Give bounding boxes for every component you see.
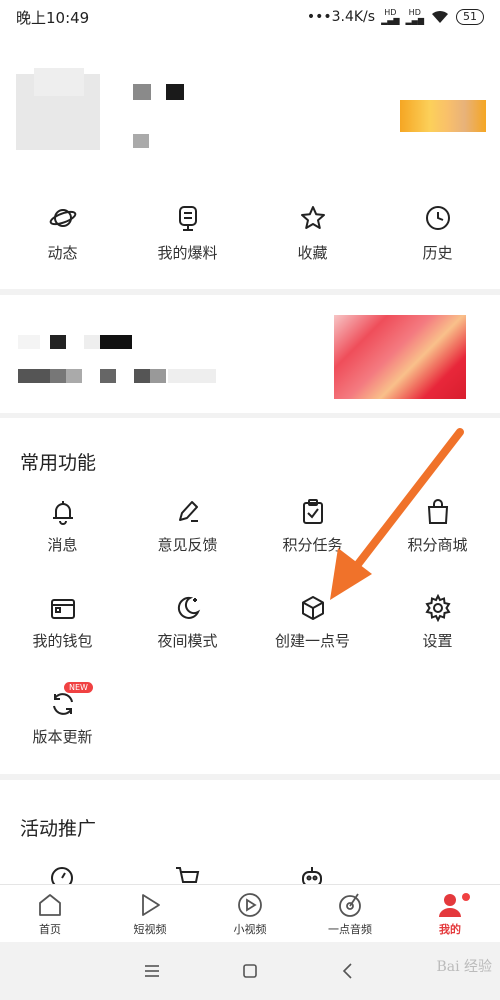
tab-mini-video[interactable]: 小视频 [200, 885, 300, 942]
user-icon [439, 893, 461, 917]
promotions-card: 活动推广 [0, 780, 500, 884]
new-badge: NEW [64, 682, 93, 693]
menu-icon[interactable] [143, 962, 161, 980]
section-title-promotions: 活动推广 [20, 818, 97, 840]
common-functions-card: 常用功能 消息 意见反馈 积分任务 积分商城 我的钱包 夜间模式 创建一点号 设… [0, 418, 500, 774]
play-icon [142, 893, 160, 916]
section-title-common: 常用功能 [20, 452, 97, 474]
moon-icon [177, 596, 200, 619]
status-bar: 晚上10:49 •••3.4K/s HD ▂▄▆ HD ▂▄▆ 51 [0, 0, 500, 34]
planet-icon [49, 209, 76, 227]
battery-indicator: 51 [456, 9, 484, 25]
func-points-mall[interactable]: 积分商城 [375, 498, 500, 555]
audio-icon [339, 893, 361, 917]
func-wallet[interactable]: 我的钱包 [0, 594, 125, 651]
quick-action-my-tips[interactable]: 我的爆料 [125, 204, 250, 284]
tab-short-video[interactable]: 短视频 [100, 885, 200, 942]
watermark: Bai 经验 [436, 959, 492, 975]
pen-icon [178, 501, 198, 522]
cube-icon [301, 596, 324, 620]
back-icon[interactable] [339, 962, 357, 980]
quick-action-dynamics[interactable]: 动态 [0, 204, 125, 284]
system-nav-bar [0, 942, 500, 1000]
clock-icon [425, 206, 450, 230]
bell-icon [52, 501, 73, 525]
gear-icon [424, 594, 451, 622]
username-redacted [133, 84, 151, 100]
tab-home[interactable]: 首页 [0, 885, 100, 942]
func-points-tasks[interactable]: 积分任务 [250, 498, 375, 555]
quick-action-favorites[interactable]: 收藏 [250, 204, 375, 284]
shopping-bag-icon [427, 499, 448, 524]
func-version-update[interactable]: NEW 版本更新 [0, 682, 125, 747]
level-badge-redacted[interactable] [400, 100, 486, 132]
func-night-mode[interactable]: 夜间模式 [125, 594, 250, 651]
robot-icon[interactable] [299, 864, 325, 884]
func-create-account[interactable]: 创建一点号 [250, 594, 375, 651]
cart-icon[interactable] [174, 864, 200, 884]
func-messages[interactable]: 消息 [0, 498, 125, 555]
home-button-icon[interactable] [241, 962, 259, 980]
tab-me[interactable]: 我的 [400, 885, 500, 942]
wallet-icon [50, 599, 75, 619]
banner-image-redacted [334, 315, 466, 399]
circle-play-icon [238, 892, 262, 917]
bottom-tab-bar: 首页 短视频 小视频 一点音频 我的 [0, 884, 500, 942]
home-icon [39, 893, 61, 916]
profile-card: 动态 我的爆料 收藏 历史 [0, 34, 500, 289]
status-time: 晚上10:49 [16, 8, 90, 27]
quick-actions: 动态 我的爆料 收藏 历史 [0, 204, 500, 284]
tab-audio[interactable]: 一点音频 [300, 885, 400, 942]
star-icon [300, 206, 325, 229]
func-feedback[interactable]: 意见反馈 [125, 498, 250, 555]
refresh-icon [52, 693, 73, 715]
timer-icon[interactable] [49, 864, 75, 884]
signal-1-icon: HD ▂▄▆ [381, 8, 400, 25]
quick-action-history[interactable]: 历史 [375, 204, 500, 284]
func-settings[interactable]: 设置 [375, 594, 500, 651]
wifi-icon [432, 10, 448, 23]
tip-icon [178, 206, 197, 231]
network-speed: •••3.4K/s [306, 9, 376, 25]
notification-dot [462, 893, 470, 901]
promo-banner[interactable] [0, 295, 500, 413]
clipboard-check-icon [302, 499, 323, 524]
signal-2-icon: HD ▂▄▆ [405, 8, 424, 25]
status-indicators: •••3.4K/s HD ▂▄▆ HD ▂▄▆ 51 [307, 9, 484, 25]
